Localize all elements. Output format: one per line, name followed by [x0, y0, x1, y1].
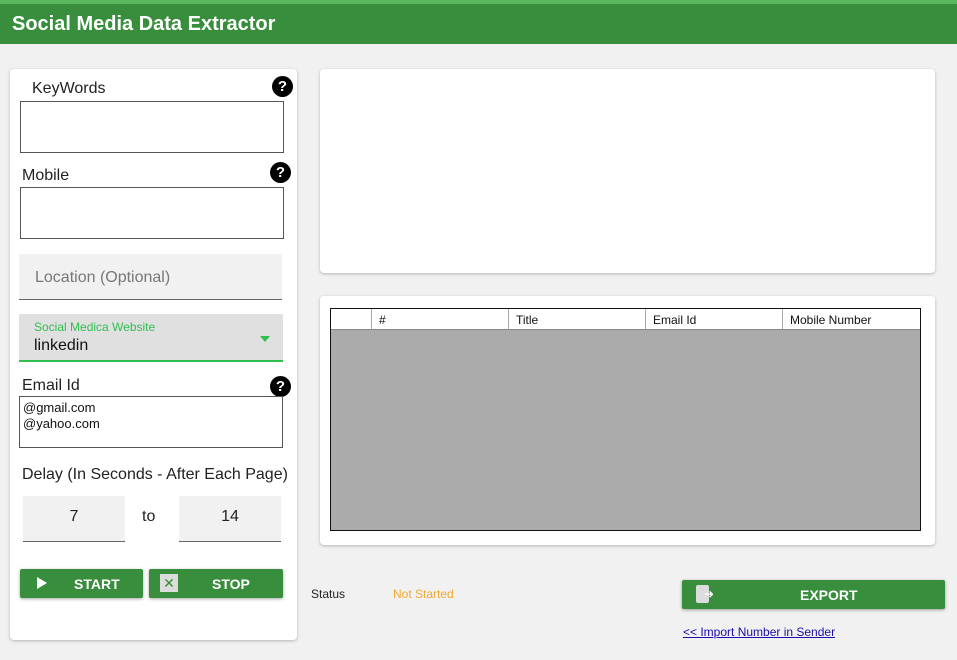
grid-column-header[interactable]: Email Id [646, 309, 783, 329]
grid-column-header[interactable]: # [372, 309, 509, 329]
stop-button[interactable]: ✕ STOP [149, 569, 283, 598]
location-placeholder: Location (Optional) [35, 269, 171, 286]
export-arrow-icon: ➜ [704, 587, 715, 601]
delay-from-input[interactable]: 7 [23, 496, 125, 542]
stop-button-label: STOP [212, 576, 250, 592]
website-select-value: linkedin [34, 337, 89, 354]
results-grid[interactable]: # Title Email Id Mobile Number [330, 308, 921, 531]
delay-to-label: to [142, 508, 156, 525]
email-line: @yahoo.com [23, 416, 100, 431]
location-input[interactable]: Location (Optional) [19, 254, 282, 300]
grid-header: # Title Email Id Mobile Number [331, 309, 920, 330]
email-input[interactable]: @gmail.com @yahoo.com [19, 396, 283, 448]
keywords-input[interactable] [20, 101, 284, 153]
delay-to-input[interactable]: 14 [179, 496, 281, 542]
title-bar: Social Media Data Extractor [0, 0, 957, 44]
grid-column-header[interactable] [331, 309, 372, 329]
keywords-label: KeyWords [32, 80, 106, 97]
grid-column-header[interactable]: Mobile Number [783, 309, 920, 329]
status-label: Status [311, 587, 346, 601]
email-line: @gmail.com [23, 400, 96, 415]
website-select[interactable]: Social Medica Website linkedin [19, 314, 283, 362]
mobile-input[interactable] [20, 187, 284, 239]
export-button-label: EXPORT [800, 587, 858, 603]
start-button[interactable]: START [20, 569, 143, 598]
mobile-label: Mobile [22, 167, 70, 184]
app-title: Social Media Data Extractor [12, 13, 276, 35]
status-value: Not Started [393, 587, 454, 601]
import-number-link[interactable]: << Import Number in Sender [683, 625, 835, 639]
keywords-help-icon[interactable]: ? [272, 76, 293, 97]
preview-panel [320, 69, 935, 273]
website-select-label: Social Medica Website [34, 320, 156, 334]
delay-label: Delay (In Seconds - After Each Page) [22, 466, 288, 483]
email-help-icon[interactable]: ? [270, 376, 291, 397]
export-button[interactable]: ➜ EXPORT [682, 580, 945, 609]
start-button-label: START [74, 576, 120, 592]
mobile-help-icon[interactable]: ? [270, 162, 291, 183]
close-box-icon: ✕ [160, 574, 178, 592]
grid-column-header[interactable]: Title [509, 309, 646, 329]
caret-down-icon [260, 336, 270, 342]
play-icon [37, 577, 47, 589]
email-label: Email Id [22, 377, 80, 394]
